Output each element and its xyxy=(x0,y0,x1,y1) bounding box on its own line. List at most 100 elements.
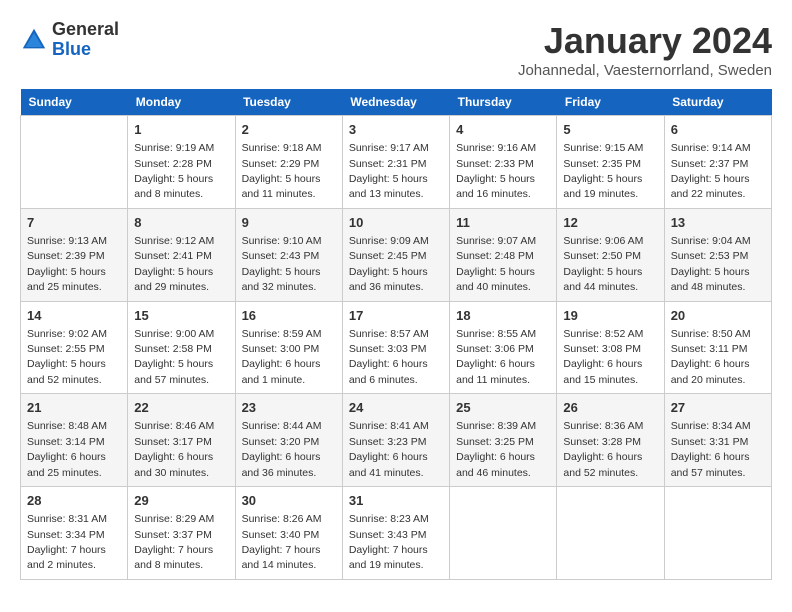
sunrise-info: Sunrise: 9:13 AMSunset: 2:39 PMDaylight:… xyxy=(27,235,107,293)
day-number: 1 xyxy=(134,121,228,139)
day-number: 3 xyxy=(349,121,443,139)
calendar-cell: 24 Sunrise: 8:41 AMSunset: 3:23 PMDayligh… xyxy=(342,394,449,487)
calendar-week-row: 28 Sunrise: 8:31 AMSunset: 3:34 PMDayligh… xyxy=(21,487,772,580)
sunrise-info: Sunrise: 8:29 AMSunset: 3:37 PMDaylight:… xyxy=(134,513,214,571)
calendar-cell: 2 Sunrise: 9:18 AMSunset: 2:29 PMDaylight… xyxy=(235,116,342,209)
sunrise-info: Sunrise: 9:06 AMSunset: 2:50 PMDaylight:… xyxy=(563,235,643,293)
day-number: 23 xyxy=(242,399,336,417)
calendar-cell: 19 Sunrise: 8:52 AMSunset: 3:08 PMDayligh… xyxy=(557,301,664,394)
calendar-header: SundayMondayTuesdayWednesdayThursdayFrid… xyxy=(21,89,772,116)
sunrise-info: Sunrise: 8:46 AMSunset: 3:17 PMDaylight:… xyxy=(134,420,214,478)
month-title: January 2024 xyxy=(518,20,772,62)
day-number: 29 xyxy=(134,492,228,510)
calendar-cell: 29 Sunrise: 8:29 AMSunset: 3:37 PMDayligh… xyxy=(128,487,235,580)
weekday-header: Sunday xyxy=(21,89,128,116)
calendar-cell: 9Sunrise: 9:10 AMSunset: 2:43 PMDaylight… xyxy=(235,208,342,301)
sunrise-info: Sunrise: 9:09 AMSunset: 2:45 PMDaylight:… xyxy=(349,235,429,293)
logo-icon xyxy=(20,26,48,54)
calendar-cell: 6 Sunrise: 9:14 AMSunset: 2:37 PMDaylight… xyxy=(664,116,771,209)
sunrise-info: Sunrise: 9:18 AMSunset: 2:29 PMDaylight:… xyxy=(242,142,322,200)
sunrise-info: Sunrise: 9:02 AMSunset: 2:55 PMDaylight:… xyxy=(27,328,107,386)
weekday-header: Thursday xyxy=(450,89,557,116)
day-number: 2 xyxy=(242,121,336,139)
calendar-cell xyxy=(21,116,128,209)
day-number: 6 xyxy=(671,121,765,139)
day-number: 18 xyxy=(456,307,550,325)
calendar-week-row: 14Sunrise: 9:02 AMSunset: 2:55 PMDayligh… xyxy=(21,301,772,394)
location-subtitle: Johannedal, Vaesternorrland, Sweden xyxy=(518,62,772,79)
page-header: General Blue January 2024 Johannedal, Va… xyxy=(20,20,772,79)
sunrise-info: Sunrise: 8:34 AMSunset: 3:31 PMDaylight:… xyxy=(671,420,751,478)
calendar-cell: 27 Sunrise: 8:34 AMSunset: 3:31 PMDayligh… xyxy=(664,394,771,487)
calendar-cell: 7 Sunrise: 9:13 AMSunset: 2:39 PMDaylight… xyxy=(21,208,128,301)
calendar-cell xyxy=(450,487,557,580)
sunrise-info: Sunrise: 8:36 AMSunset: 3:28 PMDaylight:… xyxy=(563,420,643,478)
sunrise-info: Sunrise: 9:07 AMSunset: 2:48 PMDaylight:… xyxy=(456,235,536,293)
calendar-cell xyxy=(664,487,771,580)
sunrise-info: Sunrise: 8:55 AMSunset: 3:06 PMDaylight:… xyxy=(456,328,536,386)
day-number: 10 xyxy=(349,214,443,232)
day-number: 11 xyxy=(456,214,550,232)
sunrise-info: Sunrise: 8:59 AMSunset: 3:00 PMDaylight:… xyxy=(242,328,322,386)
day-number: 19 xyxy=(563,307,657,325)
day-number: 27 xyxy=(671,399,765,417)
calendar-cell: 20Sunrise: 8:50 AMSunset: 3:11 PMDayligh… xyxy=(664,301,771,394)
calendar-cell: 14Sunrise: 9:02 AMSunset: 2:55 PMDayligh… xyxy=(21,301,128,394)
day-number: 4 xyxy=(456,121,550,139)
day-number: 17 xyxy=(349,307,443,325)
calendar-cell: 5 Sunrise: 9:15 AMSunset: 2:35 PMDaylight… xyxy=(557,116,664,209)
calendar-cell: 13Sunrise: 9:04 AMSunset: 2:53 PMDayligh… xyxy=(664,208,771,301)
calendar-cell xyxy=(557,487,664,580)
day-number: 5 xyxy=(563,121,657,139)
sunrise-info: Sunrise: 9:15 AMSunset: 2:35 PMDaylight:… xyxy=(563,142,643,200)
day-number: 25 xyxy=(456,399,550,417)
logo-general: General xyxy=(52,20,119,40)
logo-text: General Blue xyxy=(52,20,119,60)
sunrise-info: Sunrise: 8:26 AMSunset: 3:40 PMDaylight:… xyxy=(242,513,322,571)
day-number: 7 xyxy=(27,214,121,232)
day-number: 28 xyxy=(27,492,121,510)
sunrise-info: Sunrise: 9:14 AMSunset: 2:37 PMDaylight:… xyxy=(671,142,751,200)
day-number: 24 xyxy=(349,399,443,417)
sunrise-info: Sunrise: 9:00 AMSunset: 2:58 PMDaylight:… xyxy=(134,328,214,386)
calendar-cell: 4 Sunrise: 9:16 AMSunset: 2:33 PMDaylight… xyxy=(450,116,557,209)
calendar-cell: 26Sunrise: 8:36 AMSunset: 3:28 PMDayligh… xyxy=(557,394,664,487)
calendar-week-row: 7 Sunrise: 9:13 AMSunset: 2:39 PMDaylight… xyxy=(21,208,772,301)
calendar-cell: 22 Sunrise: 8:46 AMSunset: 3:17 PMDayligh… xyxy=(128,394,235,487)
sunrise-info: Sunrise: 8:39 AMSunset: 3:25 PMDaylight:… xyxy=(456,420,536,478)
logo-blue: Blue xyxy=(52,40,119,60)
day-number: 22 xyxy=(134,399,228,417)
calendar-cell: 17Sunrise: 8:57 AMSunset: 3:03 PMDayligh… xyxy=(342,301,449,394)
day-number: 15 xyxy=(134,307,228,325)
calendar-cell: 8 Sunrise: 9:12 AMSunset: 2:41 PMDaylight… xyxy=(128,208,235,301)
day-number: 9 xyxy=(242,214,336,232)
calendar-cell: 23Sunrise: 8:44 AMSunset: 3:20 PMDayligh… xyxy=(235,394,342,487)
day-number: 16 xyxy=(242,307,336,325)
sunrise-info: Sunrise: 9:17 AMSunset: 2:31 PMDaylight:… xyxy=(349,142,429,200)
sunrise-info: Sunrise: 8:50 AMSunset: 3:11 PMDaylight:… xyxy=(671,328,751,386)
weekday-header: Wednesday xyxy=(342,89,449,116)
sunrise-info: Sunrise: 9:16 AMSunset: 2:33 PMDaylight:… xyxy=(456,142,536,200)
calendar-cell: 16 Sunrise: 8:59 AMSunset: 3:00 PMDayligh… xyxy=(235,301,342,394)
weekday-header: Friday xyxy=(557,89,664,116)
title-block: January 2024 Johannedal, Vaesternorrland… xyxy=(518,20,772,79)
weekday-header: Monday xyxy=(128,89,235,116)
day-number: 8 xyxy=(134,214,228,232)
sunrise-info: Sunrise: 8:41 AMSunset: 3:23 PMDaylight:… xyxy=(349,420,429,478)
weekday-row: SundayMondayTuesdayWednesdayThursdayFrid… xyxy=(21,89,772,116)
calendar-cell: 15 Sunrise: 9:00 AMSunset: 2:58 PMDayligh… xyxy=(128,301,235,394)
sunrise-info: Sunrise: 9:12 AMSunset: 2:41 PMDaylight:… xyxy=(134,235,214,293)
calendar-cell: 21Sunrise: 8:48 AMSunset: 3:14 PMDayligh… xyxy=(21,394,128,487)
weekday-header: Saturday xyxy=(664,89,771,116)
calendar-cell: 10 Sunrise: 9:09 AMSunset: 2:45 PMDayligh… xyxy=(342,208,449,301)
sunrise-info: Sunrise: 8:52 AMSunset: 3:08 PMDaylight:… xyxy=(563,328,643,386)
sunrise-info: Sunrise: 8:31 AMSunset: 3:34 PMDaylight:… xyxy=(27,513,107,571)
sunrise-info: Sunrise: 8:23 AMSunset: 3:43 PMDaylight:… xyxy=(349,513,429,571)
day-number: 30 xyxy=(242,492,336,510)
day-number: 31 xyxy=(349,492,443,510)
weekday-header: Tuesday xyxy=(235,89,342,116)
calendar-cell: 11 Sunrise: 9:07 AMSunset: 2:48 PMDayligh… xyxy=(450,208,557,301)
calendar-week-row: 21Sunrise: 8:48 AMSunset: 3:14 PMDayligh… xyxy=(21,394,772,487)
day-number: 12 xyxy=(563,214,657,232)
calendar-cell: 3 Sunrise: 9:17 AMSunset: 2:31 PMDaylight… xyxy=(342,116,449,209)
